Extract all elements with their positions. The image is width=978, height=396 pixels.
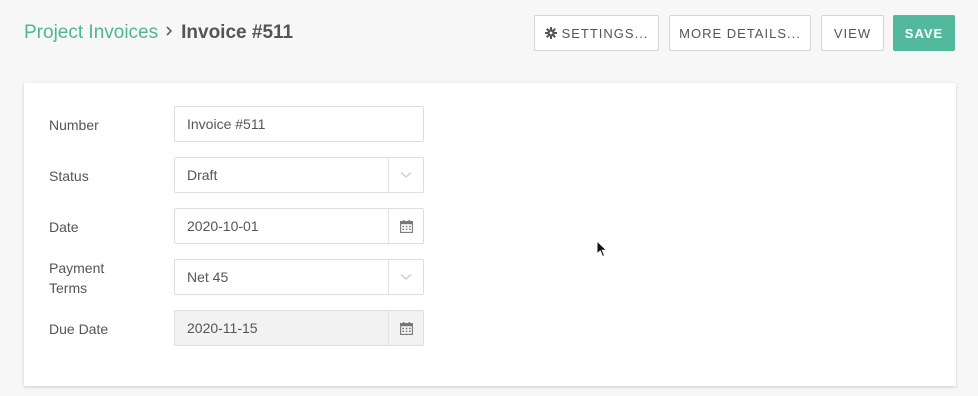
payment-terms-select[interactable]: Net 45	[174, 259, 424, 295]
more-details-button[interactable]: MORE DETAILS...	[669, 15, 811, 51]
due-date-label: Due Date	[49, 321, 109, 337]
due-date-field: 2020-11-15	[174, 310, 424, 346]
due-date-value: 2020-11-15	[187, 320, 258, 336]
gear-icon	[544, 27, 557, 39]
save-button[interactable]: SAVE	[893, 15, 955, 51]
status-value: Draft	[187, 167, 218, 183]
number-value: Invoice #511	[187, 116, 266, 132]
payment-terms-label-line1: Payment	[49, 260, 105, 276]
date-label: Date	[49, 219, 79, 235]
chevron-right-icon	[166, 26, 173, 36]
payment-terms-label-line2: Terms	[49, 280, 88, 296]
settings-button[interactable]: SETTINGS...	[534, 15, 659, 51]
mouse-pointer-icon	[596, 240, 608, 258]
more-details-button-label: MORE DETAILS...	[679, 25, 801, 41]
status-select[interactable]: Draft	[174, 157, 424, 193]
payment-terms-label: Payment Terms	[49, 258, 119, 298]
chevron-down-icon	[400, 274, 412, 280]
status-label: Status	[49, 168, 89, 184]
date-value: 2020-10-01	[187, 218, 259, 234]
page-header: Project Invoices Invoice #511 SETTINGS...…	[0, 0, 978, 68]
breadcrumb-project-invoices-link[interactable]: Project Invoices	[24, 22, 158, 43]
chevron-down-icon	[400, 172, 412, 178]
breadcrumb: Project Invoices Invoice #511	[24, 21, 293, 45]
view-button-label: VIEW	[833, 25, 872, 41]
number-field[interactable]: Invoice #511	[174, 106, 424, 142]
date-field[interactable]: 2020-10-01	[174, 208, 424, 244]
settings-button-label: SETTINGS...	[561, 25, 649, 41]
date-picker-button[interactable]	[388, 209, 423, 243]
number-label: Number	[49, 117, 99, 133]
payment-terms-dropdown-toggle[interactable]	[388, 260, 423, 294]
calendar-icon	[399, 219, 413, 233]
due-date-picker-button	[388, 311, 423, 345]
view-button[interactable]: VIEW	[821, 15, 884, 51]
payment-terms-value: Net 45	[187, 269, 229, 285]
invoice-form-card: Number Invoice #511 Status Draft Date 20…	[24, 83, 956, 386]
save-button-label: SAVE	[904, 25, 944, 41]
calendar-icon	[399, 321, 413, 335]
page-title: Invoice #511	[181, 22, 294, 43]
status-dropdown-toggle[interactable]	[388, 158, 423, 192]
